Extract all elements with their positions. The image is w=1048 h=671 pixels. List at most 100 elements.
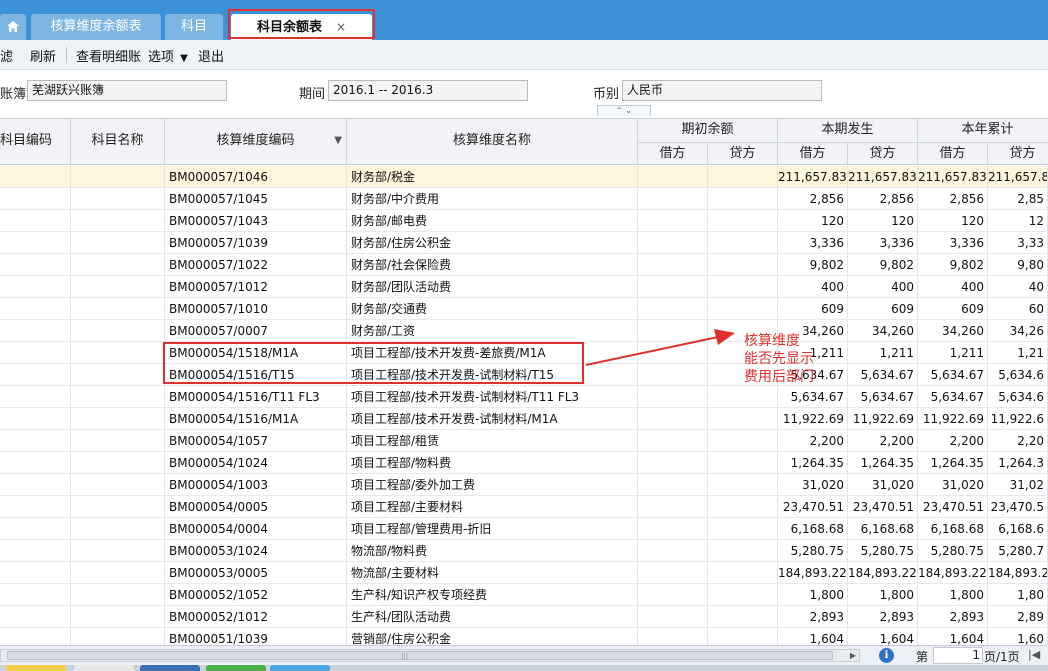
sort-desc-icon[interactable]: ▼ <box>334 119 342 163</box>
cell-account-code <box>0 188 71 210</box>
cell-dimension-code: BM000057/0007 <box>165 320 347 342</box>
options-menu-button[interactable]: 选项 ▼ <box>148 46 188 65</box>
horizontal-scrollbar[interactable]: ||| ▶ <box>0 649 860 662</box>
cell-account-name <box>71 606 165 628</box>
cell-opening-debit <box>638 188 708 210</box>
cell-account-name <box>71 320 165 342</box>
col-header-dimension-code[interactable]: 核算维度编码 ▼ <box>165 119 347 165</box>
currency-field[interactable]: 人民币 <box>622 80 822 101</box>
taskbar-item[interactable] <box>140 665 200 671</box>
cell-ytd-debit: 2,856 <box>918 188 988 210</box>
cell-dimension-name: 项目工程部/租赁 <box>347 430 638 452</box>
highlight-rows-box <box>163 342 584 384</box>
table-row[interactable]: BM000057/1043 财务部/邮电费 120 120 120 12 <box>0 210 1048 232</box>
exit-button[interactable]: 退出 <box>198 46 224 65</box>
collapse-filter-toggle[interactable]: ⌃ ⌄ <box>597 105 651 116</box>
cell-current-credit: 1,211 <box>848 342 918 364</box>
cell-ytd-debit: 3,336 <box>918 232 988 254</box>
table-row[interactable]: BM000053/1024 物流部/物料费 5,280.75 5,280.75 5,28… <box>0 540 1048 562</box>
col-header-ytd-debit[interactable]: 借方 <box>918 142 988 165</box>
cell-ytd-credit: 12 <box>988 210 1048 232</box>
col-header-dimension-name[interactable]: 核算维度名称 <box>347 119 638 165</box>
table-row[interactable]: BM000052/1052 生产科/知识产权专项经费 1,800 1,800 1,800… <box>0 584 1048 606</box>
cell-account-code <box>0 452 71 474</box>
cell-current-debit: 1,604 <box>778 628 848 646</box>
cell-ytd-debit: 34,260 <box>918 320 988 342</box>
cell-dimension-code: BM000054/0005 <box>165 496 347 518</box>
taskbar-item[interactable] <box>6 665 66 671</box>
info-icon[interactable]: i <box>879 648 894 663</box>
col-header-current-credit[interactable]: 贷方 <box>848 142 918 165</box>
cell-account-code <box>0 386 71 408</box>
table-row[interactable]: BM000051/1039 营销部/住房公积金 1,604 1,604 1,604 1,6… <box>0 628 1048 646</box>
cell-opening-debit <box>638 254 708 276</box>
taskbar-item[interactable] <box>270 665 330 671</box>
table-row[interactable]: BM000054/0004 项目工程部/管理费用-折旧 6,168.68 6,168.… <box>0 518 1048 540</box>
scrollbar-thumb[interactable]: ||| <box>7 651 833 660</box>
cell-account-name <box>71 188 165 210</box>
table-row[interactable]: BM000057/1010 财务部/交通费 609 609 609 60 <box>0 298 1048 320</box>
cell-dimension-code: BM000057/1022 <box>165 254 347 276</box>
cell-dimension-code: BM000053/1024 <box>165 540 347 562</box>
annotation-note-line: 能否先显示 <box>744 351 814 367</box>
table-row[interactable]: BM000054/1057 项目工程部/租赁 2,200 2,200 2,200 2,20 <box>0 430 1048 452</box>
cell-dimension-name: 项目工程部/技术开发费-试制材料/M1A <box>347 408 638 430</box>
page-number-input[interactable]: 1 <box>933 647 983 664</box>
cell-opening-debit <box>638 430 708 452</box>
view-detail-ledger-button[interactable]: 查看明细账 <box>76 46 141 65</box>
taskbar-item[interactable] <box>74 665 134 671</box>
cell-opening-credit <box>708 518 778 540</box>
table-row[interactable]: BM000054/1024 项目工程部/物料费 1,264.35 1,264.35 1,… <box>0 452 1048 474</box>
col-header-ytd-credit[interactable]: 贷方 <box>988 142 1048 165</box>
cell-dimension-name: 财务部/邮电费 <box>347 210 638 232</box>
table-row[interactable]: BM000057/0007 财务部/工资 34,260 34,260 34,260 34,… <box>0 320 1048 342</box>
refresh-button[interactable]: 刷新 <box>30 46 56 65</box>
table-row[interactable]: BM000057/1039 财务部/住房公积金 3,336 3,336 3,336 3,3… <box>0 232 1048 254</box>
cell-ytd-credit: 2,89 <box>988 606 1048 628</box>
table-row[interactable]: BM000054/0005 项目工程部/主要材料 23,470.51 23,470.5… <box>0 496 1048 518</box>
col-header-opening-debit[interactable]: 借方 <box>638 142 708 165</box>
cell-account-name <box>71 562 165 584</box>
tab-dimension-balance[interactable]: 核算维度余额表 <box>31 14 161 40</box>
table-row[interactable]: BM000057/1012 财务部/团队活动费 400 400 400 40 <box>0 276 1048 298</box>
cell-account-code <box>0 408 71 430</box>
home-tab[interactable] <box>0 14 26 40</box>
cell-current-credit: 400 <box>848 276 918 298</box>
cell-dimension-name: 项目工程部/物料费 <box>347 452 638 474</box>
tab-account[interactable]: 科目 <box>165 14 223 40</box>
cell-opening-debit <box>638 628 708 646</box>
table-row[interactable]: BM000057/1045 财务部/中介费用 2,856 2,856 2,856 2,85 <box>0 188 1048 210</box>
col-header-current-debit[interactable]: 借方 <box>778 142 848 165</box>
col-group-year-to-date: 本年累计 <box>918 119 1048 142</box>
table-row[interactable]: BM000057/1022 财务部/社会保险费 9,802 9,802 9,802 9,8… <box>0 254 1048 276</box>
col-header-account-code[interactable]: 科目编码 <box>0 119 71 165</box>
table-row[interactable]: BM000054/1516/T11 FL3 项目工程部/技术开发费-试制材料/T1… <box>0 386 1048 408</box>
cell-dimension-name: 项目工程部/委外加工费 <box>347 474 638 496</box>
cell-opening-credit <box>708 166 778 188</box>
cell-account-code <box>0 518 71 540</box>
annotation-note-line: 核算维度 <box>744 333 800 349</box>
cell-account-name <box>71 276 165 298</box>
table-row[interactable]: BM000054/1003 项目工程部/委外加工费 31,020 31,020 31,0… <box>0 474 1048 496</box>
period-field[interactable]: 2016.1 -- 2016.3 <box>328 80 528 101</box>
cell-opening-credit <box>708 408 778 430</box>
cell-account-name <box>71 540 165 562</box>
cell-ytd-credit: 211,657.8 <box>988 166 1048 188</box>
ledger-field[interactable]: 芜湖跃兴账簿 <box>27 80 227 101</box>
cell-account-code <box>0 584 71 606</box>
scroll-right-arrow-icon[interactable]: ▶ <box>847 650 859 661</box>
cell-dimension-name: 财务部/住房公积金 <box>347 232 638 254</box>
table-row[interactable]: BM000052/1012 生产科/团队活动费 2,893 2,893 2,893 2,8… <box>0 606 1048 628</box>
table-row[interactable]: BM000057/1046 财务部/税金 211,657.83 211,657.83 2… <box>0 166 1048 188</box>
taskbar-item[interactable] <box>206 665 266 671</box>
cell-current-credit: 2,200 <box>848 430 918 452</box>
cell-account-code <box>0 320 71 342</box>
first-page-icon[interactable]: |◀ <box>1028 648 1040 661</box>
cell-account-code <box>0 210 71 232</box>
col-header-account-name[interactable]: 科目名称 <box>71 119 165 165</box>
table-row[interactable]: BM000053/0005 物流部/主要材料 184,893.22 184,893.2… <box>0 562 1048 584</box>
filter-button[interactable]: 滤 <box>0 46 13 65</box>
table-row[interactable]: BM000054/1516/M1A 项目工程部/技术开发费-试制材料/M1A 11,… <box>0 408 1048 430</box>
col-header-opening-credit[interactable]: 贷方 <box>708 142 778 165</box>
annotation-note: 核算维度 能否先显示 费用后部门 <box>744 332 834 386</box>
